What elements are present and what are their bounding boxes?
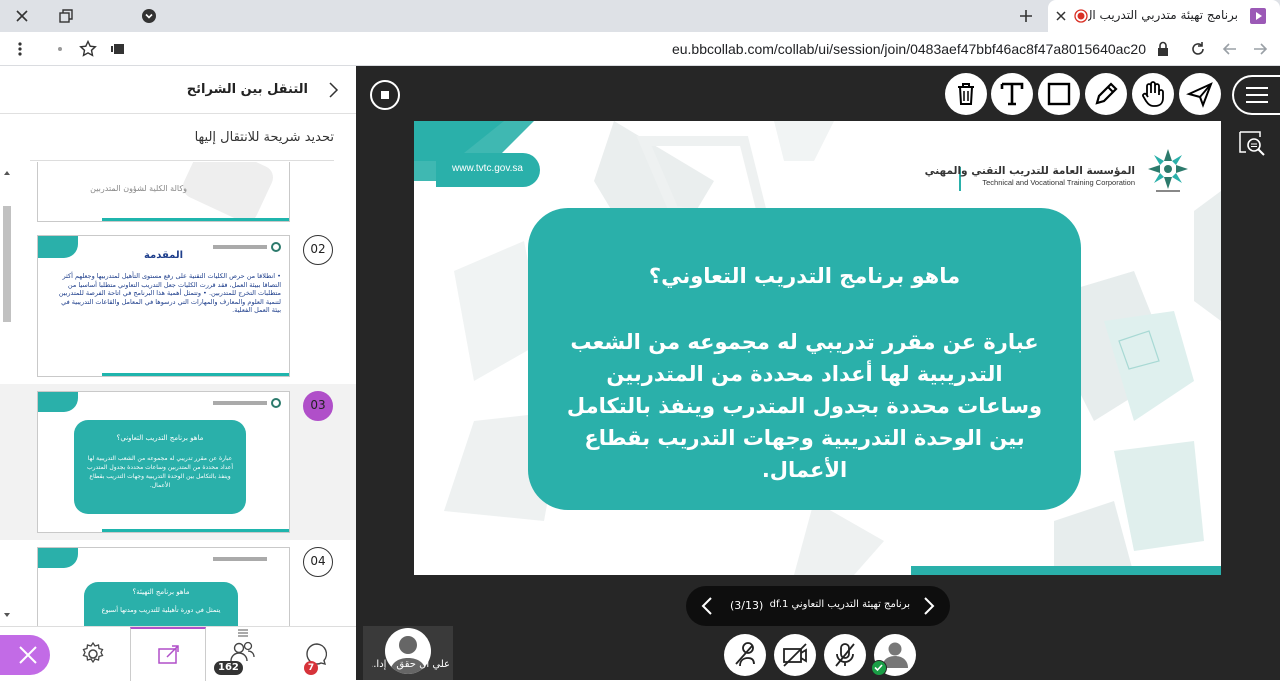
shape-tool-button[interactable] xyxy=(1038,73,1080,115)
browser-tab-bar: برنامج تهيئة متدربي التدريب ال xyxy=(0,0,1280,32)
org-name-english: Technical and Vocational Training Corpor… xyxy=(982,178,1135,187)
share-content-icon[interactable] xyxy=(156,643,182,667)
text-tool-button[interactable] xyxy=(991,73,1033,115)
website-badge: www.tvtc.gov.sa xyxy=(436,153,540,187)
recording-icon xyxy=(1074,9,1088,23)
slide-thumb-row-03[interactable]: ماهو برنامج التدريب التعاوني؟ عبارة عن م… xyxy=(0,384,356,540)
slide-thumbnail-03[interactable]: ماهو برنامج التدريب التعاوني؟ عبارة عن م… xyxy=(37,391,290,533)
panel-subtitle: تحديد شريحة للانتقال إليها xyxy=(194,130,334,145)
camera-off-button[interactable] xyxy=(774,634,816,676)
collaborate-panel-toolbar: 162 7 xyxy=(0,626,356,681)
slide-question: ماهو برنامج التدريب التعاوني؟ xyxy=(648,264,961,288)
slide-number-02[interactable]: 02 xyxy=(303,235,333,265)
extension-dot-icon xyxy=(58,47,62,51)
bookmark-star-icon[interactable] xyxy=(78,39,98,59)
lock-icon[interactable] xyxy=(1156,40,1170,58)
status-button[interactable] xyxy=(724,634,766,676)
website-url: www.tvtc.gov.sa xyxy=(452,163,523,174)
thumb-bubble: ماهو برنامج التدريب التعاوني؟ عبارة عن م… xyxy=(74,420,246,514)
thumb-bubble-heading: ماهو برنامج التدريب التعاوني؟ xyxy=(116,434,204,442)
thumb-teal-tab xyxy=(38,392,78,412)
stop-sharing-button[interactable] xyxy=(370,80,400,110)
restore-window-icon[interactable] xyxy=(56,6,76,26)
scroll-down-arrow-icon[interactable] xyxy=(2,610,12,620)
thumb-teal-tab xyxy=(38,548,78,568)
next-slide-button[interactable] xyxy=(916,594,940,618)
new-tab-icon[interactable] xyxy=(1016,6,1036,26)
session-menu-button[interactable] xyxy=(1232,75,1280,115)
thumb-bubble-heading: ماهو برنامج التهيئة؟ xyxy=(132,588,190,596)
slide-thumb-row-partial[interactable]: وكالة الكلية لشؤون المتدربين xyxy=(0,162,356,226)
delete-annotations-button[interactable] xyxy=(945,73,987,115)
thumb-bubble: ماهو برنامج التهيئة؟ يتمثل في دورة تأهيل… xyxy=(84,582,238,626)
thumb-bar xyxy=(102,373,289,376)
thumb-bubble-text: عبارة عن مقرر تدريبي له مجموعه من الشعب … xyxy=(86,455,234,489)
slide-navigation-bar: (3/13) برنامج تهيئة التدريب التعاوني pdf… xyxy=(686,586,950,626)
pen-tool-button[interactable] xyxy=(1085,73,1127,115)
presenter-name: علي آل حقق - إدا... xyxy=(372,659,450,670)
thumb-logo-icon xyxy=(271,398,281,408)
thumb-caption: وكالة الكلية لشؤون المتدربين xyxy=(90,184,187,193)
previous-slide-button[interactable] xyxy=(696,594,720,618)
thumb-logo-text xyxy=(213,401,267,405)
slide-thumb-row-02[interactable]: المقدمة • انطلاقا من حرص الكليات التقنية… xyxy=(0,228,356,384)
address-bar: eu.bbcollab.com/collab/ui/session/join/0… xyxy=(0,32,1280,66)
slide-answer: عبارة عن مقرر تدريبي له مجموعه من الشعب … xyxy=(566,330,1043,482)
thumb-bubble-text: يتمثل في دورة تأهيلية للتدريب ومدتها أسب… xyxy=(101,606,221,614)
menu-dots-icon[interactable] xyxy=(12,40,28,58)
microphone-off-button[interactable] xyxy=(824,634,866,676)
thumb-heading: المقدمة xyxy=(143,250,184,261)
slide-thumbnail[interactable]: وكالة الكلية لشؤون المتدربين xyxy=(37,162,290,222)
slide-navigator-panel: التنقل بين الشرائح تحديد شريحة للانتقال … xyxy=(0,66,356,680)
thumb-logo-text xyxy=(213,557,267,561)
reload-icon[interactable] xyxy=(1188,39,1208,59)
slide-thumb-row-04[interactable]: ماهو برنامج التهيئة؟ يتمثل في دورة تأهيل… xyxy=(0,540,356,626)
slide-number-03[interactable]: 03 xyxy=(303,391,333,421)
scrollbar-thumb[interactable] xyxy=(3,206,11,322)
thumb-logo-text xyxy=(213,245,267,249)
panel-header: التنقل بين الشرائح xyxy=(0,66,356,114)
chevron-right-icon[interactable] xyxy=(324,80,342,100)
content-bubble: ماهو برنامج التدريب التعاوني؟ عبارة عن م… xyxy=(528,208,1081,510)
zoom-slide-icon[interactable] xyxy=(1236,128,1268,158)
share-content-tab[interactable] xyxy=(130,627,206,681)
connection-ok-icon xyxy=(871,660,887,676)
file-name: برنامج تهيئة التدريب التعاوني pdf.1 xyxy=(770,599,910,610)
slide-position: (3/13) xyxy=(730,599,764,612)
thumb-bar xyxy=(102,529,289,532)
slide-number-04[interactable]: 04 xyxy=(303,547,333,577)
chat-count-badge: 7 xyxy=(304,661,318,675)
thumb-bg-shape xyxy=(179,162,277,221)
media-control-icon[interactable] xyxy=(110,41,126,57)
back-arrow-icon[interactable] xyxy=(1220,39,1240,59)
tab-search-icon[interactable] xyxy=(140,7,158,25)
org-logo-icon xyxy=(1144,145,1192,197)
forward-arrow-icon[interactable] xyxy=(1250,39,1270,59)
thumb-bar xyxy=(102,218,289,221)
browser-tab[interactable]: برنامج تهيئة متدربي التدريب ال xyxy=(1048,0,1280,32)
presenter-tile[interactable] xyxy=(363,626,453,680)
pan-hand-tool-button[interactable] xyxy=(1132,73,1174,115)
slide-thumbnail-04[interactable]: ماهو برنامج التهيئة؟ يتمثل في دورة تأهيل… xyxy=(37,547,290,626)
tab-title: برنامج تهيئة متدربي التدريب ال xyxy=(1088,8,1238,22)
settings-gear-icon[interactable] xyxy=(80,641,106,667)
current-slide: www.tvtc.gov.sa المؤسسة العامة للتدريب ا… xyxy=(414,121,1221,575)
menu-handle-icon[interactable] xyxy=(237,629,249,637)
slide-thumbnail-02[interactable]: المقدمة • انطلاقا من حرص الكليات التقنية… xyxy=(37,235,290,377)
panel-title: التنقل بين الشرائح xyxy=(186,82,308,97)
favicon-icon xyxy=(1250,8,1266,24)
pointer-tool-button[interactable] xyxy=(1179,73,1221,115)
close-panel-button[interactable] xyxy=(0,635,50,675)
close-window-icon[interactable] xyxy=(12,6,32,26)
org-name-arabic: المؤسسة العامة للتدريب التقني والمهني xyxy=(924,165,1135,177)
thumb-text: • انطلاقا من حرص الكليات التقنية على رفع… xyxy=(58,272,281,314)
participants-count-badge: 162 xyxy=(214,661,243,675)
tab-close-icon[interactable] xyxy=(1052,7,1070,25)
scroll-up-arrow-icon[interactable] xyxy=(2,168,12,178)
url-text[interactable]: eu.bbcollab.com/collab/ui/session/join/0… xyxy=(672,41,1146,57)
divider xyxy=(30,160,334,161)
